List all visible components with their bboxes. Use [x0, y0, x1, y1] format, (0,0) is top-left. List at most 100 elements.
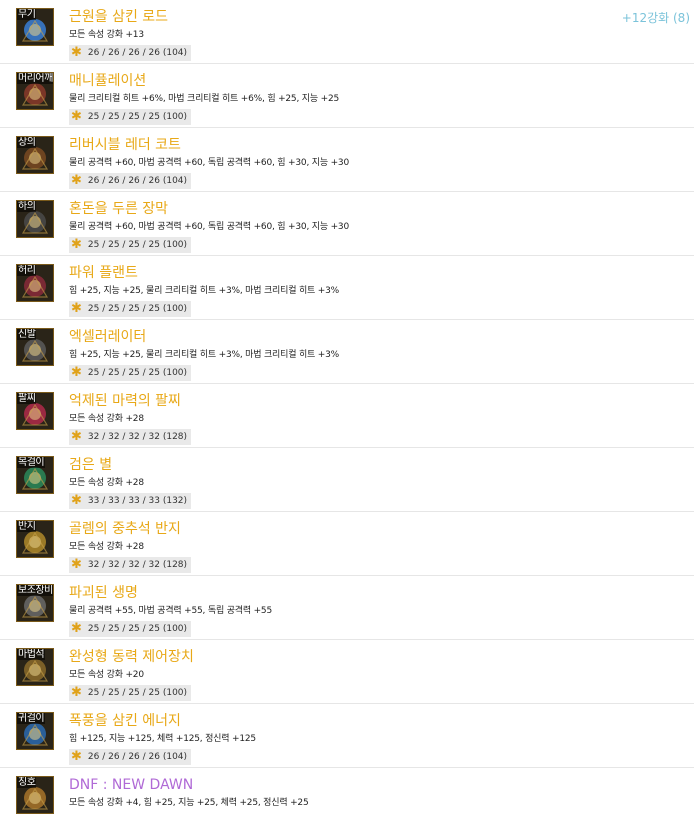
stat-values: 26 / 26 / 26 / 26 (104)	[87, 176, 188, 186]
star-icon: ✱	[71, 749, 82, 764]
stat-bar: ✱ 33 / 33 / 33 / 33 (132)	[69, 493, 192, 509]
slot-label: 하의	[17, 201, 37, 212]
stat-bar: ✱ 26 / 26 / 26 / 26 (104)	[69, 45, 192, 61]
item-name[interactable]: 근원을 삼킨 로드	[69, 8, 168, 26]
magic-stone-icon[interactable]: 마법석	[16, 648, 54, 686]
star-icon: ✱	[71, 301, 82, 316]
slot-label: 허리	[17, 265, 37, 276]
stat-values: 25 / 25 / 25 / 25 (100)	[87, 368, 188, 378]
equipment-row[interactable]: 무기 근원을 삼킨 로드모든 속성 강화 +13 ✱ 26 / 26 / 26 / 2…	[0, 0, 694, 64]
stat-values: 26 / 26 / 26 / 26 (104)	[87, 48, 188, 58]
item-name[interactable]: 억제된 마력의 팔찌	[69, 392, 181, 410]
stat-values: 32 / 32 / 32 / 32 (128)	[87, 560, 188, 570]
stat-values: 25 / 25 / 25 / 25 (100)	[87, 624, 188, 634]
slot-label: 칭호	[17, 777, 37, 788]
stat-values: 25 / 25 / 25 / 25 (100)	[87, 240, 188, 250]
equipment-row[interactable]: 칭호 DNF : NEW DAWN 모든 속성 강화 +4, 힘 +25, 지능 +…	[0, 768, 694, 832]
item-name[interactable]: 파괴된 생명	[69, 584, 138, 602]
star-icon: ✱	[71, 429, 82, 444]
star-icon: ✱	[71, 365, 82, 380]
item-name[interactable]: 파워 플랜트	[69, 264, 138, 282]
equipment-row[interactable]: 머리어깨 매니퓰레이션물리 크리티컬 히트 +6%, 마법 크리티컬 히트 +6%…	[0, 64, 694, 128]
item-name[interactable]: 매니퓰레이션	[69, 72, 146, 90]
stat-values: 32 / 32 / 32 / 32 (128)	[87, 432, 188, 442]
stat-values: 25 / 25 / 25 / 25 (100)	[87, 304, 188, 314]
star-icon: ✱	[71, 557, 82, 572]
star-icon: ✱	[71, 173, 82, 188]
slot-label: 마법석	[17, 649, 46, 660]
equipment-row[interactable]: 하의 혼돈을 두른 장막물리 공격력 +60, 마법 공격력 +60, 독립 공격…	[0, 192, 694, 256]
slot-label: 신발	[17, 329, 37, 340]
item-options: 모든 속성 강화 +28	[69, 478, 144, 488]
star-icon: ✱	[71, 109, 82, 124]
item-options: 힘 +25, 지능 +25, 물리 크리티컬 히트 +3%, 마법 크리티컬 히…	[69, 350, 339, 360]
item-name[interactable]: 폭풍을 삼킨 에너지	[69, 712, 181, 730]
stat-values: 26 / 26 / 26 / 26 (104)	[87, 752, 188, 762]
shoulder-armor-icon[interactable]: 머리어깨	[16, 72, 54, 110]
item-options: 모든 속성 강화 +4, 힘 +25, 지능 +25, 체력 +25, 정신력 …	[69, 798, 309, 808]
item-options: 물리 공격력 +55, 마법 공격력 +55, 독립 공격력 +55	[69, 606, 272, 616]
stat-bar: ✱ 25 / 25 / 25 / 25 (100)	[69, 365, 192, 381]
coat-icon[interactable]: 상의	[16, 136, 54, 174]
stat-values: 25 / 25 / 25 / 25 (100)	[87, 112, 188, 122]
bracelet-icon[interactable]: 팔찌	[16, 392, 54, 430]
slot-label: 팔찌	[17, 393, 37, 404]
stat-bar: ✱ 25 / 25 / 25 / 25 (100)	[69, 301, 192, 317]
stat-bar: ✱ 32 / 32 / 32 / 32 (128)	[69, 557, 192, 573]
stat-bar: ✱ 25 / 25 / 25 / 25 (100)	[69, 621, 192, 637]
stat-bar: ✱ 25 / 25 / 25 / 25 (100)	[69, 109, 192, 125]
item-name[interactable]: 골렘의 중추석 반지	[69, 520, 181, 538]
stat-bar: ✱ 26 / 26 / 26 / 26 (104)	[69, 173, 192, 189]
equipment-row[interactable]: 상의 리버시블 레더 코트물리 공격력 +60, 마법 공격력 +60, 독립 공…	[0, 128, 694, 192]
item-options: 모든 속성 강화 +20	[69, 670, 144, 680]
equipment-row[interactable]: 마법석 완성형 동력 제어장치모든 속성 강화 +20 ✱ 25 / 25 / 25 …	[0, 640, 694, 704]
item-options: 모든 속성 강화 +13	[69, 30, 144, 40]
slot-label: 무기	[17, 9, 37, 20]
item-options: 모든 속성 강화 +28	[69, 542, 144, 552]
equipment-row[interactable]: 팔찌 억제된 마력의 팔찌모든 속성 강화 +28 ✱ 32 / 32 / 32 / …	[0, 384, 694, 448]
star-icon: ✱	[71, 685, 82, 700]
belt-icon[interactable]: 허리	[16, 264, 54, 302]
item-options: 모든 속성 강화 +28	[69, 414, 144, 424]
upgrade-level: +12강화 (8)	[621, 11, 690, 25]
equipment-row[interactable]: 목걸이 검은 별모든 속성 강화 +28 ✱ 33 / 33 / 33 / 33 (1…	[0, 448, 694, 512]
title-icon[interactable]: 칭호	[16, 776, 54, 814]
slot-label: 귀걸이	[17, 713, 46, 724]
equipment-row[interactable]: 보조장비 파괴된 생명물리 공격력 +55, 마법 공격력 +55, 독립 공격력…	[0, 576, 694, 640]
item-options: 힘 +25, 지능 +25, 물리 크리티컬 히트 +3%, 마법 크리티컬 히…	[69, 286, 339, 296]
item-name[interactable]: 혼돈을 두른 장막	[69, 200, 168, 218]
slot-label: 목걸이	[17, 457, 46, 468]
earring-icon[interactable]: 귀걸이	[16, 712, 54, 750]
item-name[interactable]: 리버시블 레더 코트	[69, 136, 181, 154]
item-options: 물리 크리티컬 히트 +6%, 마법 크리티컬 히트 +6%, 힘 +25, 지…	[69, 94, 339, 104]
equipment-row[interactable]: 귀걸이 폭풍을 삼킨 에너지힘 +125, 지능 +125, 체력 +125, 정…	[0, 704, 694, 768]
stat-bar: ✱ 26 / 26 / 26 / 26 (104)	[69, 749, 192, 765]
item-options: 물리 공격력 +60, 마법 공격력 +60, 독립 공격력 +60, 힘 +3…	[69, 158, 349, 168]
star-icon: ✱	[71, 237, 82, 252]
item-name[interactable]: 검은 별	[69, 456, 112, 474]
item-options: 힘 +125, 지능 +125, 체력 +125, 정신력 +125	[69, 734, 256, 744]
pants-icon[interactable]: 하의	[16, 200, 54, 238]
item-name[interactable]: 엑셀러레이터	[69, 328, 146, 346]
item-name[interactable]: DNF : NEW DAWN	[69, 776, 193, 794]
star-icon: ✱	[71, 493, 82, 508]
support-gear-icon[interactable]: 보조장비	[16, 584, 54, 622]
slot-label: 반지	[17, 521, 37, 532]
boots-icon[interactable]: 신발	[16, 328, 54, 366]
equipment-list: 무기 근원을 삼킨 로드모든 속성 강화 +13 ✱ 26 / 26 / 26 / 2…	[0, 0, 694, 832]
stat-values: 33 / 33 / 33 / 33 (132)	[87, 496, 188, 506]
item-name[interactable]: 완성형 동력 제어장치	[69, 648, 194, 666]
star-icon: ✱	[71, 45, 82, 60]
stat-bar: ✱ 25 / 25 / 25 / 25 (100)	[69, 685, 192, 701]
equipment-row[interactable]: 허리 파워 플랜트힘 +25, 지능 +25, 물리 크리티컬 히트 +3%, 마…	[0, 256, 694, 320]
necklace-icon[interactable]: 목걸이	[16, 456, 54, 494]
slot-label: 머리어깨	[17, 73, 53, 84]
slot-label: 상의	[17, 137, 37, 148]
equipment-row[interactable]: 반지 골렘의 중추석 반지모든 속성 강화 +28 ✱ 32 / 32 / 32 / …	[0, 512, 694, 576]
ring-icon[interactable]: 반지	[16, 520, 54, 558]
item-options: 물리 공격력 +60, 마법 공격력 +60, 독립 공격력 +60, 힘 +3…	[69, 222, 349, 232]
stat-bar: ✱ 32 / 32 / 32 / 32 (128)	[69, 429, 192, 445]
rod-icon[interactable]: 무기	[16, 8, 54, 46]
equipment-row[interactable]: 신발 엑셀러레이터힘 +25, 지능 +25, 물리 크리티컬 히트 +3%, 마…	[0, 320, 694, 384]
stat-bar: ✱ 25 / 25 / 25 / 25 (100)	[69, 237, 192, 253]
